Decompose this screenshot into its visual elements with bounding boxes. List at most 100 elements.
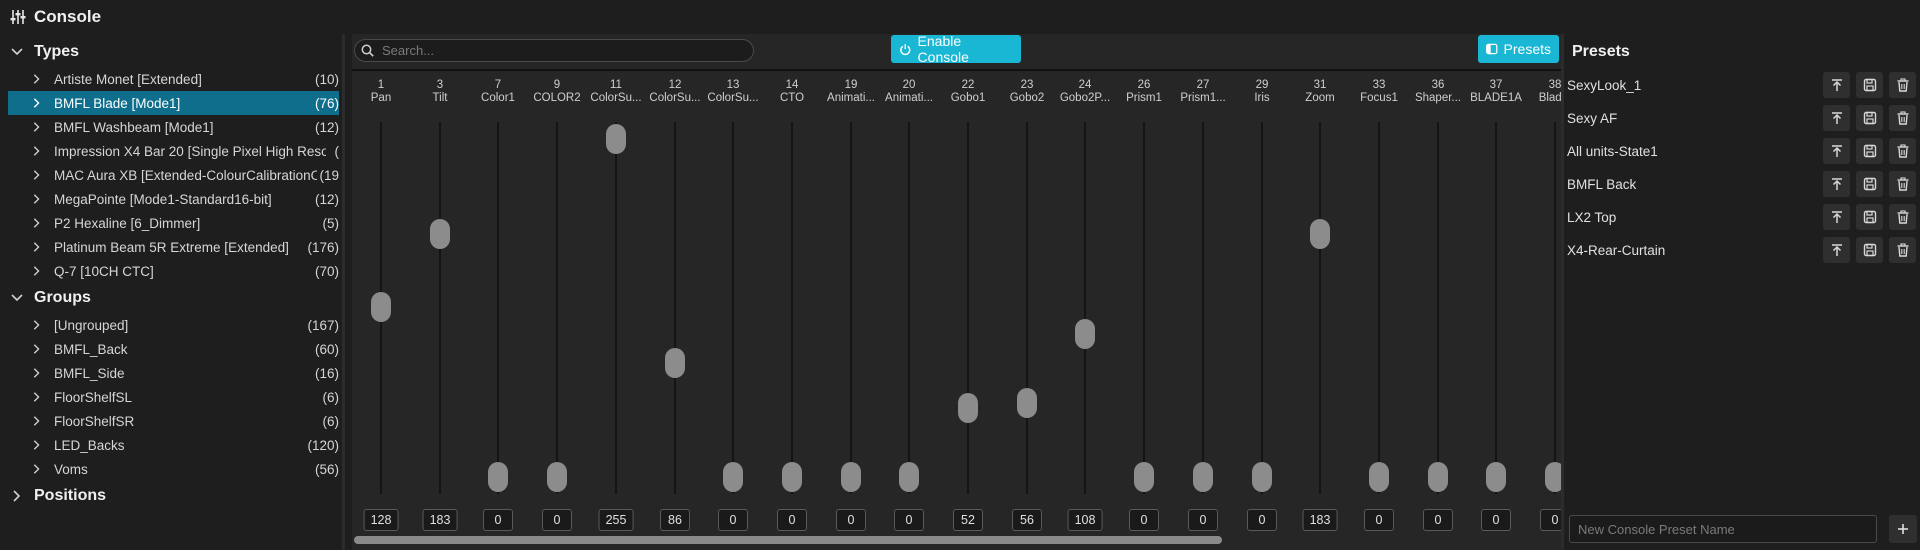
fader-knob[interactable] bbox=[371, 292, 391, 323]
fader-track[interactable] bbox=[967, 122, 969, 494]
horizontal-scrollbar[interactable] bbox=[354, 536, 1222, 544]
tree-item[interactable]: BMFL_Side (16) bbox=[8, 361, 339, 385]
fader-knob[interactable] bbox=[1075, 318, 1095, 349]
fader-knob[interactable] bbox=[1310, 219, 1330, 250]
fader-track[interactable] bbox=[1202, 122, 1204, 494]
tree-item[interactable]: MAC Aura XB [Extended-ColourCalibrationO… bbox=[8, 163, 339, 187]
fader-track[interactable] bbox=[1261, 122, 1263, 494]
apply-preset-button[interactable] bbox=[1823, 72, 1850, 98]
fader-knob[interactable] bbox=[1134, 462, 1154, 492]
apply-preset-button[interactable] bbox=[1823, 105, 1850, 131]
fader-track[interactable] bbox=[1437, 122, 1439, 494]
fader-track[interactable] bbox=[791, 122, 793, 494]
fader-knob[interactable] bbox=[899, 462, 919, 492]
channel-value-field[interactable]: 0 bbox=[1364, 509, 1394, 531]
channel-value-field[interactable]: 0 bbox=[1423, 509, 1453, 531]
new-preset-name-input[interactable] bbox=[1569, 515, 1877, 543]
fader-knob[interactable] bbox=[841, 462, 861, 492]
tree-item[interactable]: BMFL Blade [Mode1] (76) bbox=[8, 91, 339, 115]
tree-item[interactable]: [Ungrouped] (167) bbox=[8, 313, 339, 337]
tree-item[interactable]: FloorShelfSR (6) bbox=[8, 409, 339, 433]
tree-item[interactable]: Q-7 [10CH CTC] (70) bbox=[8, 259, 339, 283]
channel-value-field[interactable]: 0 bbox=[1540, 509, 1561, 531]
channel-value-field[interactable]: 183 bbox=[1302, 509, 1338, 531]
channel-value-field[interactable]: 0 bbox=[483, 509, 513, 531]
fader-track[interactable] bbox=[1143, 122, 1145, 494]
channel-value-field[interactable]: 0 bbox=[1188, 509, 1218, 531]
channel-value-field[interactable]: 52 bbox=[953, 509, 983, 531]
fader-knob[interactable] bbox=[1545, 462, 1561, 492]
tree-item[interactable]: LED_Backs (120) bbox=[8, 433, 339, 457]
apply-preset-button[interactable] bbox=[1823, 237, 1850, 263]
channel-value-field[interactable]: 108 bbox=[1067, 509, 1103, 531]
fader-knob[interactable] bbox=[488, 462, 508, 492]
fader-knob[interactable] bbox=[723, 462, 743, 492]
tree-section-positions[interactable]: Positions bbox=[0, 481, 342, 511]
apply-preset-button[interactable] bbox=[1823, 171, 1850, 197]
fader-track[interactable] bbox=[1084, 122, 1086, 494]
apply-preset-button[interactable] bbox=[1823, 204, 1850, 230]
channel-value-field[interactable]: 0 bbox=[777, 509, 807, 531]
tree-item[interactable]: Impression X4 Bar 20 [Single Pixel High … bbox=[8, 139, 339, 163]
channel-value-field[interactable]: 0 bbox=[894, 509, 924, 531]
fader-knob[interactable] bbox=[1017, 387, 1037, 418]
channel-value-field[interactable]: 183 bbox=[422, 509, 458, 531]
tree-item[interactable]: MegaPointe [Mode1-Standard16-bit] (12) bbox=[8, 187, 339, 211]
tree-section-groups[interactable]: Groups bbox=[0, 283, 342, 313]
delete-preset-button[interactable] bbox=[1889, 171, 1916, 197]
fader-track[interactable] bbox=[732, 122, 734, 494]
save-preset-button[interactable] bbox=[1856, 138, 1883, 164]
delete-preset-button[interactable] bbox=[1889, 204, 1916, 230]
channel-value-field[interactable]: 0 bbox=[542, 509, 572, 531]
tree-item[interactable]: BMFL_Back (60) bbox=[8, 337, 339, 361]
save-preset-button[interactable] bbox=[1856, 72, 1883, 98]
channel-value-field[interactable]: 0 bbox=[1481, 509, 1511, 531]
save-preset-button[interactable] bbox=[1856, 105, 1883, 131]
tree-item[interactable]: FloorShelfSL (6) bbox=[8, 385, 339, 409]
fader-knob[interactable] bbox=[1252, 462, 1272, 492]
fader-knob[interactable] bbox=[606, 124, 626, 154]
delete-preset-button[interactable] bbox=[1889, 237, 1916, 263]
channel-value-field[interactable]: 255 bbox=[598, 509, 634, 531]
fader-track[interactable] bbox=[1554, 122, 1556, 494]
tree-item[interactable]: Platinum Beam 5R Extreme [Extended] (176) bbox=[8, 235, 339, 259]
fader-track[interactable] bbox=[556, 122, 558, 494]
fader-track[interactable] bbox=[1026, 122, 1028, 494]
fader-track[interactable] bbox=[615, 122, 617, 494]
fader-track[interactable] bbox=[439, 122, 441, 494]
save-preset-button[interactable] bbox=[1856, 171, 1883, 197]
add-preset-button[interactable] bbox=[1889, 515, 1917, 543]
channel-value-field[interactable]: 86 bbox=[660, 509, 690, 531]
channel-value-field[interactable]: 0 bbox=[836, 509, 866, 531]
tree-item[interactable]: Voms (56) bbox=[8, 457, 339, 481]
fader-knob[interactable] bbox=[1369, 462, 1389, 492]
fader-knob[interactable] bbox=[1193, 462, 1213, 492]
save-preset-button[interactable] bbox=[1856, 204, 1883, 230]
fader-track[interactable] bbox=[1319, 122, 1321, 494]
fader-knob[interactable] bbox=[547, 462, 567, 492]
channel-value-field[interactable]: 0 bbox=[1129, 509, 1159, 531]
fader-track[interactable] bbox=[850, 122, 852, 494]
tree-item[interactable]: P2 Hexaline [6_Dimmer] (5) bbox=[8, 211, 339, 235]
apply-preset-button[interactable] bbox=[1823, 138, 1850, 164]
fader-knob[interactable] bbox=[782, 462, 802, 492]
tree-item[interactable]: BMFL Washbeam [Mode1] (12) bbox=[8, 115, 339, 139]
channel-value-field[interactable]: 0 bbox=[718, 509, 748, 531]
fader-knob[interactable] bbox=[1428, 462, 1448, 492]
fader-track[interactable] bbox=[908, 122, 910, 494]
fader-track[interactable] bbox=[1378, 122, 1380, 494]
fader-track[interactable] bbox=[497, 122, 499, 494]
save-preset-button[interactable] bbox=[1856, 237, 1883, 263]
fader-knob[interactable] bbox=[1486, 462, 1506, 492]
channel-value-field[interactable]: 0 bbox=[1247, 509, 1277, 531]
fader-knob[interactable] bbox=[430, 219, 450, 250]
delete-preset-button[interactable] bbox=[1889, 138, 1916, 164]
fader-track[interactable] bbox=[1495, 122, 1497, 494]
channel-value-field[interactable]: 128 bbox=[363, 509, 399, 531]
tree-section-types[interactable]: Types bbox=[0, 37, 342, 67]
delete-preset-button[interactable] bbox=[1889, 72, 1916, 98]
channel-value-field[interactable]: 56 bbox=[1012, 509, 1042, 531]
fader-knob[interactable] bbox=[665, 348, 685, 378]
fader-track[interactable] bbox=[674, 122, 676, 494]
tree-item[interactable]: Artiste Monet [Extended] (10) bbox=[8, 67, 339, 91]
